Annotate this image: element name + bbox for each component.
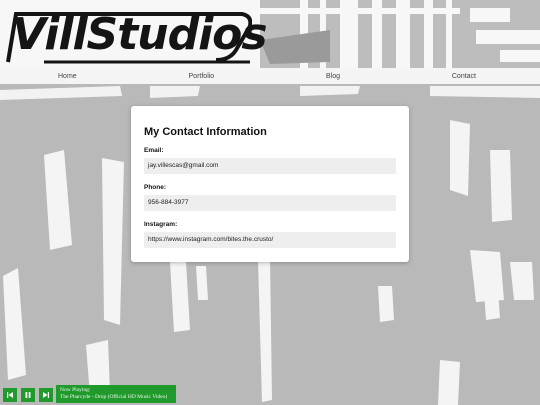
nav-contact[interactable]: Contact — [452, 73, 476, 80]
next-track-button[interactable] — [39, 388, 53, 402]
email-label: Email: — [144, 147, 164, 154]
pause-icon — [25, 392, 31, 398]
instagram-field[interactable]: https://www.instagram.com/bites.the.crus… — [144, 232, 396, 248]
phone-field[interactable]: 956-884-3977 — [144, 195, 396, 211]
now-playing-panel: Now Playing: The Pharcyde - Drop (Offici… — [56, 385, 176, 403]
nav-home[interactable]: Home — [58, 73, 77, 80]
main-nav: Home Portfolio Blog Contact — [0, 68, 540, 84]
music-player: Now Playing: The Pharcyde - Drop (Offici… — [0, 385, 176, 405]
now-playing-track: The Pharcyde - Drop (Official HD Music V… — [60, 393, 168, 400]
nav-blog[interactable]: Blog — [326, 73, 340, 80]
contact-card: My Contact Information Email: jay.villes… — [131, 106, 409, 262]
pause-button[interactable] — [21, 388, 35, 402]
site-header: VillStudios — [0, 0, 540, 68]
contact-title: My Contact Information — [144, 126, 267, 138]
logo-text: VillStudios — [12, 9, 268, 60]
skip-back-icon — [7, 392, 13, 398]
instagram-label: Instagram: — [144, 221, 178, 228]
skip-forward-icon — [43, 392, 49, 398]
prev-track-button[interactable] — [3, 388, 17, 402]
email-field[interactable]: jay.villescas@gmail.com — [144, 158, 396, 174]
site-logo[interactable]: VillStudios — [4, 6, 268, 64]
nav-portfolio[interactable]: Portfolio — [189, 73, 215, 80]
phone-label: Phone: — [144, 184, 167, 191]
